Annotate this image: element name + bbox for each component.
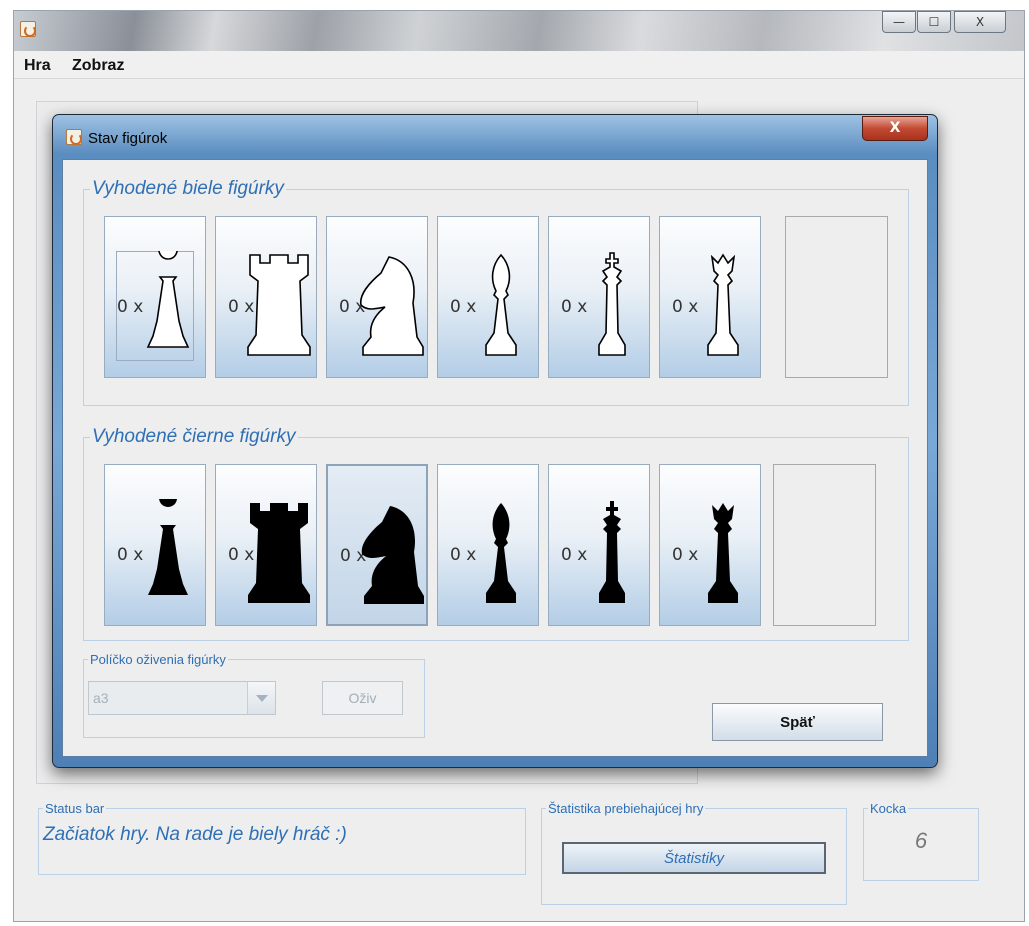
dialog-title: Stav figúrok xyxy=(88,130,168,147)
black-bishop-icon xyxy=(486,503,516,603)
game-statistics-group: Štatistika prebiehajúcej hry Štatistiky xyxy=(541,801,847,905)
white-pawn-button[interactable]: 0 x xyxy=(104,216,206,378)
status-text: Začiatok hry. Na rade je biely hráč :) xyxy=(43,824,347,845)
pieces-status-dialog: Stav figúrok X Vyhodené biele figúrky 0 … xyxy=(52,114,938,768)
menu-hra[interactable]: Hra xyxy=(24,57,51,75)
captured-white-group: Vyhodené biele figúrky 0 x 0 x 0 x 0 x 0… xyxy=(83,178,909,406)
white-knight-button[interactable]: 0 x xyxy=(326,216,428,378)
revive-button[interactable]: Oživ xyxy=(322,681,403,715)
white-king-icon xyxy=(598,252,626,356)
dice-value: 6 xyxy=(914,828,928,853)
status-bar-legend: Status bar xyxy=(45,801,105,816)
black-queen-button[interactable]: 0 x xyxy=(659,464,761,626)
dialog-titlebar: Stav figúrok X xyxy=(53,115,937,159)
black-rook-button[interactable]: 0 x xyxy=(215,464,317,626)
captured-white-legend: Vyhodené biele figúrky xyxy=(92,178,284,199)
black-pawn-button[interactable]: 0 x xyxy=(104,464,206,626)
black-queen-icon xyxy=(708,503,738,603)
revive-square-value: a3 xyxy=(93,690,109,706)
dialog-content: Vyhodené biele figúrky 0 x 0 x 0 x 0 x 0… xyxy=(62,159,928,757)
black-piece-row: 0 x 0 x 0 x 0 x 0 x 0 x xyxy=(104,464,894,628)
white-bishop-button[interactable]: 0 x xyxy=(437,216,539,378)
menu-zobraz[interactable]: Zobraz xyxy=(72,57,124,75)
white-pawn-icon xyxy=(146,251,190,348)
black-rook-icon xyxy=(248,503,310,603)
black-bishop-button[interactable]: 0 x xyxy=(437,464,539,626)
black-king-button[interactable]: 0 x xyxy=(548,464,650,626)
black-knight-button[interactable]: 0 x xyxy=(326,464,428,626)
white-king-button[interactable]: 0 x xyxy=(548,216,650,378)
java-app-icon xyxy=(20,21,36,37)
black-pawn-icon xyxy=(148,499,188,595)
captured-black-legend: Vyhodené čierne figúrky xyxy=(92,426,296,447)
white-queen-button[interactable]: 0 x xyxy=(659,216,761,378)
status-bar-group: Status bar Začiatok hry. Na rade je biel… xyxy=(38,801,526,875)
maximize-button[interactable]: ☐ xyxy=(917,11,951,33)
close-window-button[interactable]: X xyxy=(954,11,1006,33)
minimize-button[interactable]: — xyxy=(882,11,916,33)
back-button[interactable]: Späť xyxy=(712,703,883,741)
chevron-down-icon[interactable] xyxy=(247,682,275,714)
white-piece-row: 0 x 0 x 0 x 0 x 0 x 0 x xyxy=(104,216,894,380)
dice-group: Kocka 6 xyxy=(863,801,979,881)
white-rook-icon xyxy=(247,254,311,356)
menu-bar: Hra Zobraz xyxy=(14,51,1024,79)
white-knight-icon xyxy=(359,256,424,356)
white-queen-icon xyxy=(707,253,739,356)
dialog-close-button[interactable]: X xyxy=(862,116,928,141)
java-dialog-icon xyxy=(66,129,82,145)
white-rook-button[interactable]: 0 x xyxy=(215,216,317,378)
game-statistics-legend: Štatistika prebiehajúcej hry xyxy=(548,801,704,816)
dice-legend: Kocka xyxy=(870,801,907,816)
statistics-button[interactable]: Štatistiky xyxy=(562,842,826,874)
black-knight-icon xyxy=(361,506,424,604)
revive-square-select[interactable]: a3 xyxy=(88,681,276,715)
main-titlebar: — ☐ X xyxy=(14,11,1024,51)
revive-square-legend: Políčko oživenia figúrky xyxy=(90,652,226,667)
captured-black-group: Vyhodené čierne figúrky 0 x 0 x 0 x 0 x … xyxy=(83,426,909,641)
revive-square-group: Políčko oživenia figúrky a3 Oživ xyxy=(83,652,425,738)
black-empty-slot xyxy=(773,464,876,626)
black-king-icon xyxy=(599,501,625,603)
white-empty-slot xyxy=(785,216,888,378)
white-bishop-icon xyxy=(485,253,517,356)
